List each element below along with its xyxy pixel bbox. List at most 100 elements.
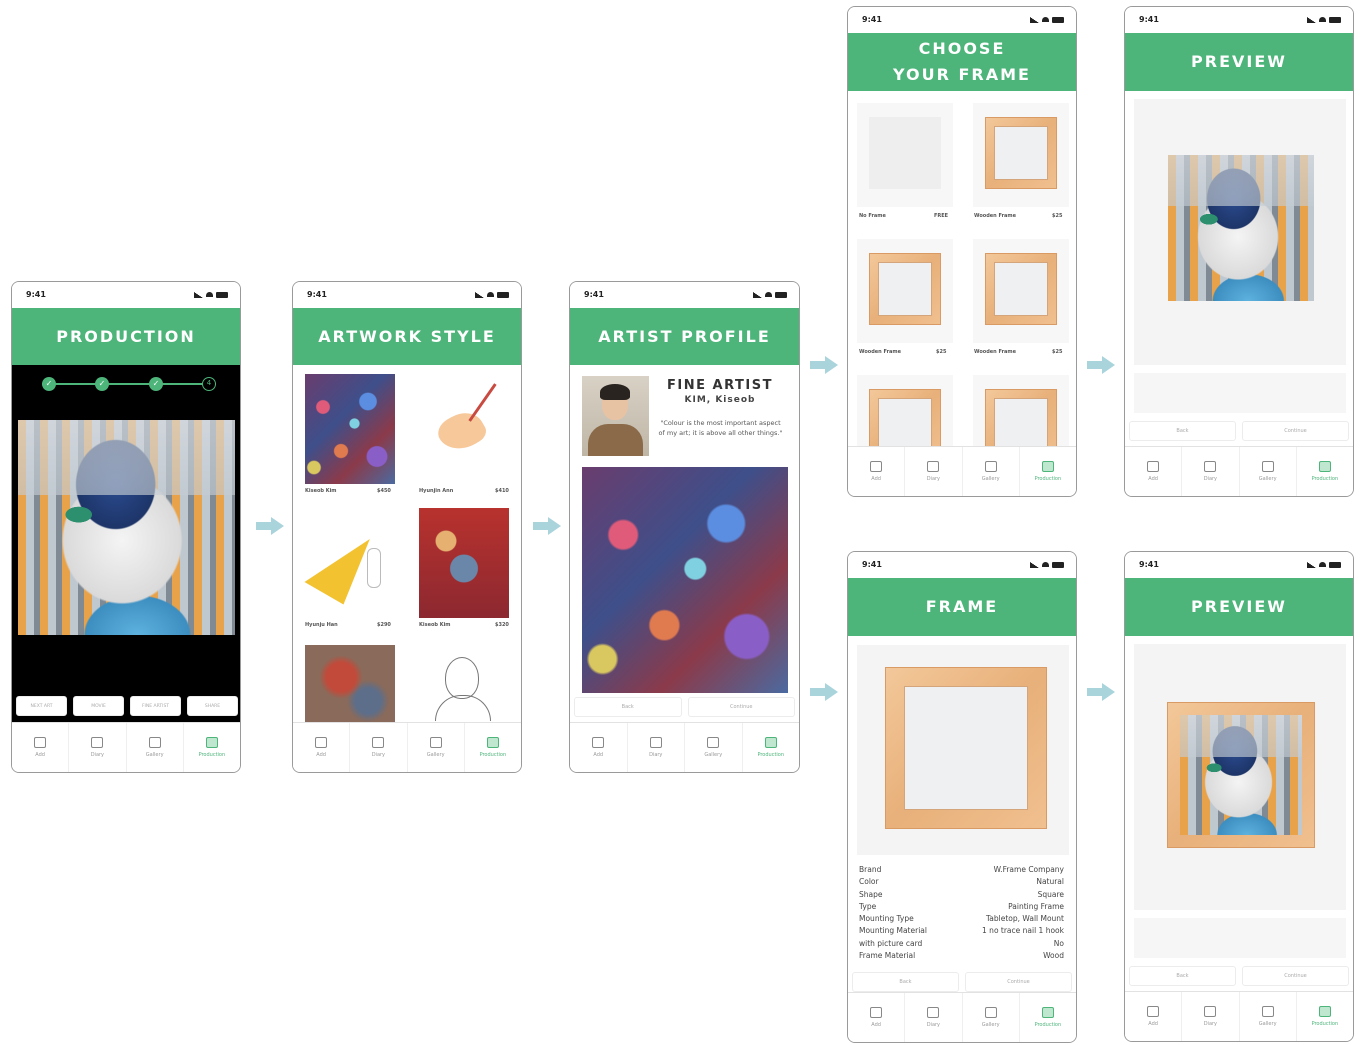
status-bar: 9:41 — [1125, 7, 1353, 33]
spec-value: No — [1053, 938, 1064, 948]
tab-bar: Add Diary Gallery Production — [1125, 446, 1353, 496]
tab-diary[interactable]: Diary — [1182, 992, 1240, 1041]
tab-gallery[interactable]: Gallery — [408, 723, 465, 772]
tab-production[interactable]: Production — [465, 723, 521, 772]
production-icon — [764, 737, 777, 748]
back-button[interactable]: Back — [1129, 421, 1236, 441]
tab-gallery[interactable]: Gallery — [963, 447, 1020, 496]
share-button[interactable]: SHARE — [187, 696, 238, 716]
tab-diary[interactable]: Diary — [905, 993, 963, 1042]
back-button[interactable]: Back — [574, 697, 682, 717]
tab-diary[interactable]: Diary — [350, 723, 408, 772]
tab-production[interactable]: Production — [1297, 992, 1353, 1041]
production-icon — [486, 737, 499, 748]
tab-diary[interactable]: Diary — [1182, 447, 1240, 496]
tab-gallery[interactable]: Gallery — [1240, 447, 1297, 496]
tab-bar: Add Diary Gallery Production — [12, 722, 240, 772]
artwork-artist: Kiseob Kim — [305, 488, 337, 494]
frame-name: Wooden Frame — [974, 349, 1017, 355]
tab-add[interactable]: Add — [12, 723, 70, 772]
fine-artist-button[interactable]: FINE ARTIST — [130, 696, 181, 716]
title-line-1: CHOOSE — [918, 39, 1006, 58]
step-2[interactable]: ✓ — [95, 377, 109, 391]
tab-add[interactable]: Add — [293, 723, 351, 772]
tab-label: Add — [871, 476, 881, 482]
tab-production[interactable]: Production — [743, 723, 800, 772]
artwork-artist: Hyunjin Ann — [419, 488, 454, 494]
tab-add[interactable]: Add — [1125, 447, 1183, 496]
step-4[interactable]: 4 — [202, 377, 216, 391]
artwork-thumb[interactable] — [305, 374, 395, 484]
tab-add[interactable]: Add — [570, 723, 628, 772]
battery-icon — [497, 291, 509, 298]
artwork-thumb[interactable] — [419, 374, 509, 484]
tab-label: Diary — [1203, 1021, 1218, 1027]
continue-button[interactable]: Continue — [687, 697, 795, 717]
tab-gallery[interactable]: Gallery — [685, 723, 743, 772]
book-icon — [927, 461, 940, 472]
artwork-thumb[interactable] — [305, 645, 395, 724]
book-icon — [1204, 1006, 1217, 1017]
action-buttons: Back Continue — [1129, 421, 1349, 441]
battery-icon — [1052, 561, 1064, 568]
tab-diary[interactable]: Diary — [69, 723, 127, 772]
frame-option-wood[interactable] — [973, 103, 1069, 207]
frame-option-none[interactable] — [857, 103, 953, 207]
continue-button[interactable]: Continue — [1242, 421, 1349, 441]
spec-value: Square — [1037, 889, 1064, 899]
tab-add[interactable]: Add — [848, 447, 906, 496]
status-time: 9:41 — [1139, 560, 1159, 569]
tab-production[interactable]: Production — [184, 723, 240, 772]
preview-spacer — [1134, 373, 1346, 413]
spec-labels: Brand Color Shape Type Mounting Type Mou… — [859, 864, 959, 962]
back-button[interactable]: Back — [852, 972, 959, 992]
frame-option-wood[interactable] — [857, 239, 953, 343]
framed-artwork-image — [1180, 715, 1302, 835]
tab-gallery[interactable]: Gallery — [1240, 992, 1297, 1041]
next-art-button[interactable]: NEXT ART — [16, 696, 67, 716]
step-3[interactable]: ✓ — [149, 377, 163, 391]
frame-option-wood[interactable] — [973, 375, 1069, 447]
artwork-thumb[interactable] — [419, 645, 509, 724]
frame-options: No Frame FREE Wooden Frame $25 Wooden Fr… — [848, 91, 1076, 447]
tab-bar: Add Diary Gallery Production — [1125, 991, 1353, 1041]
action-buttons: Back Continue — [1129, 966, 1349, 986]
movie-button[interactable]: MOVIE — [73, 696, 124, 716]
tab-production[interactable]: Production — [1020, 993, 1076, 1042]
artist-quote: "Colour is the most important aspect of … — [658, 419, 783, 437]
spec-value: Wood — [1043, 951, 1064, 961]
tab-gallery[interactable]: Gallery — [127, 723, 184, 772]
frame-price: $25 — [936, 349, 947, 355]
tab-diary[interactable]: Diary — [628, 723, 685, 772]
spec-value: W.Frame Company — [993, 865, 1064, 874]
back-button[interactable]: Back — [1129, 966, 1236, 986]
continue-button[interactable]: Continue — [965, 972, 1072, 992]
status-icons — [1030, 16, 1064, 23]
spec-value: Tabletop, Wall Mount — [985, 914, 1064, 924]
artwork-price: $450 — [377, 488, 391, 494]
frame-option-wood[interactable] — [857, 375, 953, 447]
artwork-thumb[interactable] — [304, 508, 395, 618]
spec-label: Color — [859, 877, 879, 887]
flow-arrow-5 — [1087, 356, 1117, 374]
tab-gallery[interactable]: Gallery — [963, 993, 1020, 1042]
frame-option-wood[interactable] — [973, 239, 1069, 343]
tab-production[interactable]: Production — [1020, 447, 1076, 496]
preview-area — [1134, 644, 1346, 910]
continue-button[interactable]: Continue — [1242, 966, 1349, 986]
tab-diary[interactable]: Diary — [905, 447, 963, 496]
status-icons — [194, 291, 228, 298]
tab-production[interactable]: Production — [1297, 447, 1353, 496]
tab-add[interactable]: Add — [848, 993, 906, 1042]
add-image-icon — [34, 737, 47, 748]
tab-label: Gallery — [981, 1022, 1000, 1028]
tab-add[interactable]: Add — [1125, 992, 1183, 1041]
page-title: CHOOSE YOUR FRAME — [848, 33, 1076, 91]
artist-photo — [582, 376, 649, 456]
wifi-icon — [1319, 17, 1326, 22]
production-canvas: ✓ ✓ ✓ 4 NEXT ART MOVIE FINE ARTIST SHARE — [12, 365, 240, 724]
step-1[interactable]: ✓ — [42, 377, 56, 391]
tab-label: Diary — [926, 1022, 941, 1028]
artwork-style-screen: 9:41 ARTWORK STYLE Kiseob Kim $450 Hyunj… — [292, 281, 522, 773]
artwork-thumb[interactable] — [419, 508, 509, 618]
